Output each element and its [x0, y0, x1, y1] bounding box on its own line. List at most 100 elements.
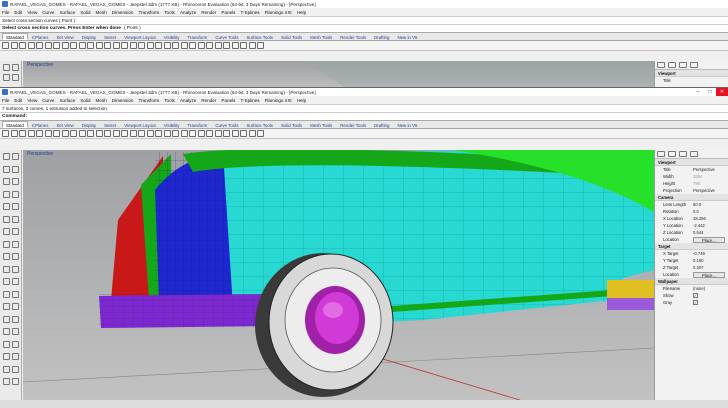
- import-icon[interactable]: [36, 42, 43, 49]
- split-icon[interactable]: [3, 340, 10, 348]
- props-ytarget-row[interactable]: Y Target 0.150: [655, 257, 728, 264]
- ghosted-icon[interactable]: [248, 130, 256, 137]
- join-icon[interactable]: [12, 315, 19, 323]
- display-tab-icon[interactable]: [679, 62, 687, 68]
- open-file-icon[interactable]: [10, 130, 18, 137]
- paste-icon[interactable]: [61, 130, 69, 137]
- tab-viewport-layout[interactable]: Viewport Layout: [120, 33, 159, 40]
- menu-surface[interactable]: Surface: [59, 10, 75, 15]
- menu-tools[interactable]: Tools: [164, 10, 175, 15]
- select-arrow-icon[interactable]: [3, 64, 10, 71]
- props-rotation-row[interactable]: Rotation 0.0: [655, 208, 728, 215]
- help-tab-icon[interactable]: [690, 151, 698, 157]
- menu-surface[interactable]: Surface: [59, 98, 75, 103]
- copy-icon[interactable]: [53, 42, 60, 49]
- import-icon[interactable]: [36, 130, 43, 137]
- front-command-prompt[interactable]: Command:: [0, 112, 728, 121]
- save-file-icon[interactable]: [19, 42, 26, 49]
- tab-new-in-v5[interactable]: New in V5: [393, 33, 421, 40]
- trim-icon[interactable]: [12, 328, 19, 335]
- polygon-icon[interactable]: [3, 203, 10, 210]
- menu-view[interactable]: View: [27, 10, 37, 15]
- menu-solid[interactable]: Solid: [80, 98, 90, 103]
- show-checkbox[interactable]: ✓: [693, 293, 698, 298]
- render-icon[interactable]: [180, 130, 188, 137]
- menu-analyze[interactable]: Analyze: [180, 10, 196, 15]
- arc-icon[interactable]: [12, 178, 19, 185]
- explode-icon[interactable]: [3, 328, 10, 335]
- options-icon[interactable]: [206, 42, 213, 49]
- props-ztarget-row[interactable]: Z Target 0.207: [655, 264, 728, 271]
- menu-flamingo-nxt[interactable]: Flamingo nXt: [265, 10, 292, 15]
- props-projection-row[interactable]: Projection Perspective: [655, 187, 728, 194]
- loft-icon[interactable]: [3, 240, 10, 248]
- menu-analyze[interactable]: Analyze: [180, 98, 196, 103]
- properties-icon[interactable]: [172, 130, 179, 137]
- copy-icon[interactable]: [53, 130, 60, 137]
- object-props-tab-icon[interactable]: [657, 151, 665, 157]
- minimize-button[interactable]: –: [692, 88, 704, 96]
- sweep-icon[interactable]: [12, 240, 19, 248]
- paste-icon[interactable]: [61, 42, 69, 49]
- new-file-icon[interactable]: [2, 130, 9, 137]
- lights-icon[interactable]: [189, 130, 196, 137]
- scale-icon[interactable]: [3, 303, 10, 310]
- tab-surface-tools[interactable]: Surface Tools: [242, 121, 277, 128]
- tab-render-tools[interactable]: Render Tools: [336, 33, 370, 40]
- menu-view[interactable]: View: [27, 98, 37, 103]
- layers-icon[interactable]: [163, 130, 171, 137]
- select-all-icon[interactable]: [138, 42, 145, 49]
- display-tab-icon[interactable]: [679, 151, 687, 157]
- tab-drafting[interactable]: Drafting: [370, 121, 393, 128]
- undo-icon[interactable]: [70, 42, 77, 49]
- transform-icon[interactable]: [12, 278, 19, 285]
- layers-tab-icon[interactable]: [668, 151, 676, 157]
- menu-help[interactable]: Help: [297, 10, 306, 15]
- object-snap-icon[interactable]: [155, 130, 162, 137]
- props-lens-row[interactable]: Lens Length 50.0: [655, 201, 728, 208]
- array-icon[interactable]: [3, 315, 10, 323]
- object-snap-icon[interactable]: [155, 42, 162, 49]
- tab-set-view[interactable]: Set View: [52, 33, 77, 40]
- cut-icon[interactable]: [44, 130, 52, 137]
- ghosted-icon[interactable]: [248, 42, 256, 49]
- render-icon[interactable]: [180, 42, 188, 49]
- tab-render-tools[interactable]: Render Tools: [336, 121, 370, 128]
- tab-standard[interactable]: Standard: [2, 121, 28, 128]
- hatch-icon[interactable]: [3, 365, 10, 373]
- zoom-window-icon[interactable]: [112, 42, 120, 49]
- curve-icon[interactable]: [12, 165, 19, 173]
- tab-transform[interactable]: Transform: [183, 33, 211, 40]
- gray-checkbox[interactable]: ✓: [693, 300, 698, 305]
- dimension-icon[interactable]: [3, 353, 10, 360]
- menu-t-splines[interactable]: T-Splines: [240, 10, 259, 15]
- tab-visibility[interactable]: Visibility: [160, 33, 184, 40]
- circle-icon[interactable]: [3, 178, 10, 185]
- menu-edit[interactable]: Edit: [14, 10, 22, 15]
- tab-curve-tools[interactable]: Curve Tools: [211, 33, 242, 40]
- zoom-selected-icon[interactable]: [129, 42, 137, 49]
- tab-display[interactable]: Display: [78, 33, 100, 40]
- props-xtarget-row[interactable]: X Target -0.749: [655, 250, 728, 257]
- object-props-tab-icon[interactable]: [657, 62, 665, 68]
- tab-cplanes[interactable]: CPlanes: [28, 121, 53, 128]
- render-icon[interactable]: [3, 378, 10, 385]
- menu-dimension[interactable]: Dimension: [112, 98, 134, 103]
- front-perspective-viewport[interactable]: Perspective: [23, 150, 654, 400]
- camera-place-button[interactable]: Place...: [693, 236, 725, 243]
- help-tab-icon[interactable]: [690, 62, 698, 68]
- tab-select[interactable]: Select: [100, 121, 120, 128]
- point-icon[interactable]: [12, 153, 19, 160]
- layers-tab-icon[interactable]: [668, 62, 676, 68]
- analyze-icon[interactable]: [12, 365, 19, 373]
- cut-icon[interactable]: [44, 42, 52, 49]
- shade-icon[interactable]: [223, 130, 230, 137]
- redo-icon[interactable]: [78, 42, 86, 49]
- props-filename-row[interactable]: Filename (none): [655, 285, 728, 292]
- save-file-icon[interactable]: [19, 130, 26, 137]
- zoom-dynamic-icon[interactable]: [104, 130, 111, 137]
- open-file-icon[interactable]: [10, 42, 18, 49]
- mesh-icon[interactable]: [3, 278, 10, 285]
- print-icon[interactable]: [27, 42, 35, 49]
- ellipse-icon[interactable]: [3, 190, 10, 198]
